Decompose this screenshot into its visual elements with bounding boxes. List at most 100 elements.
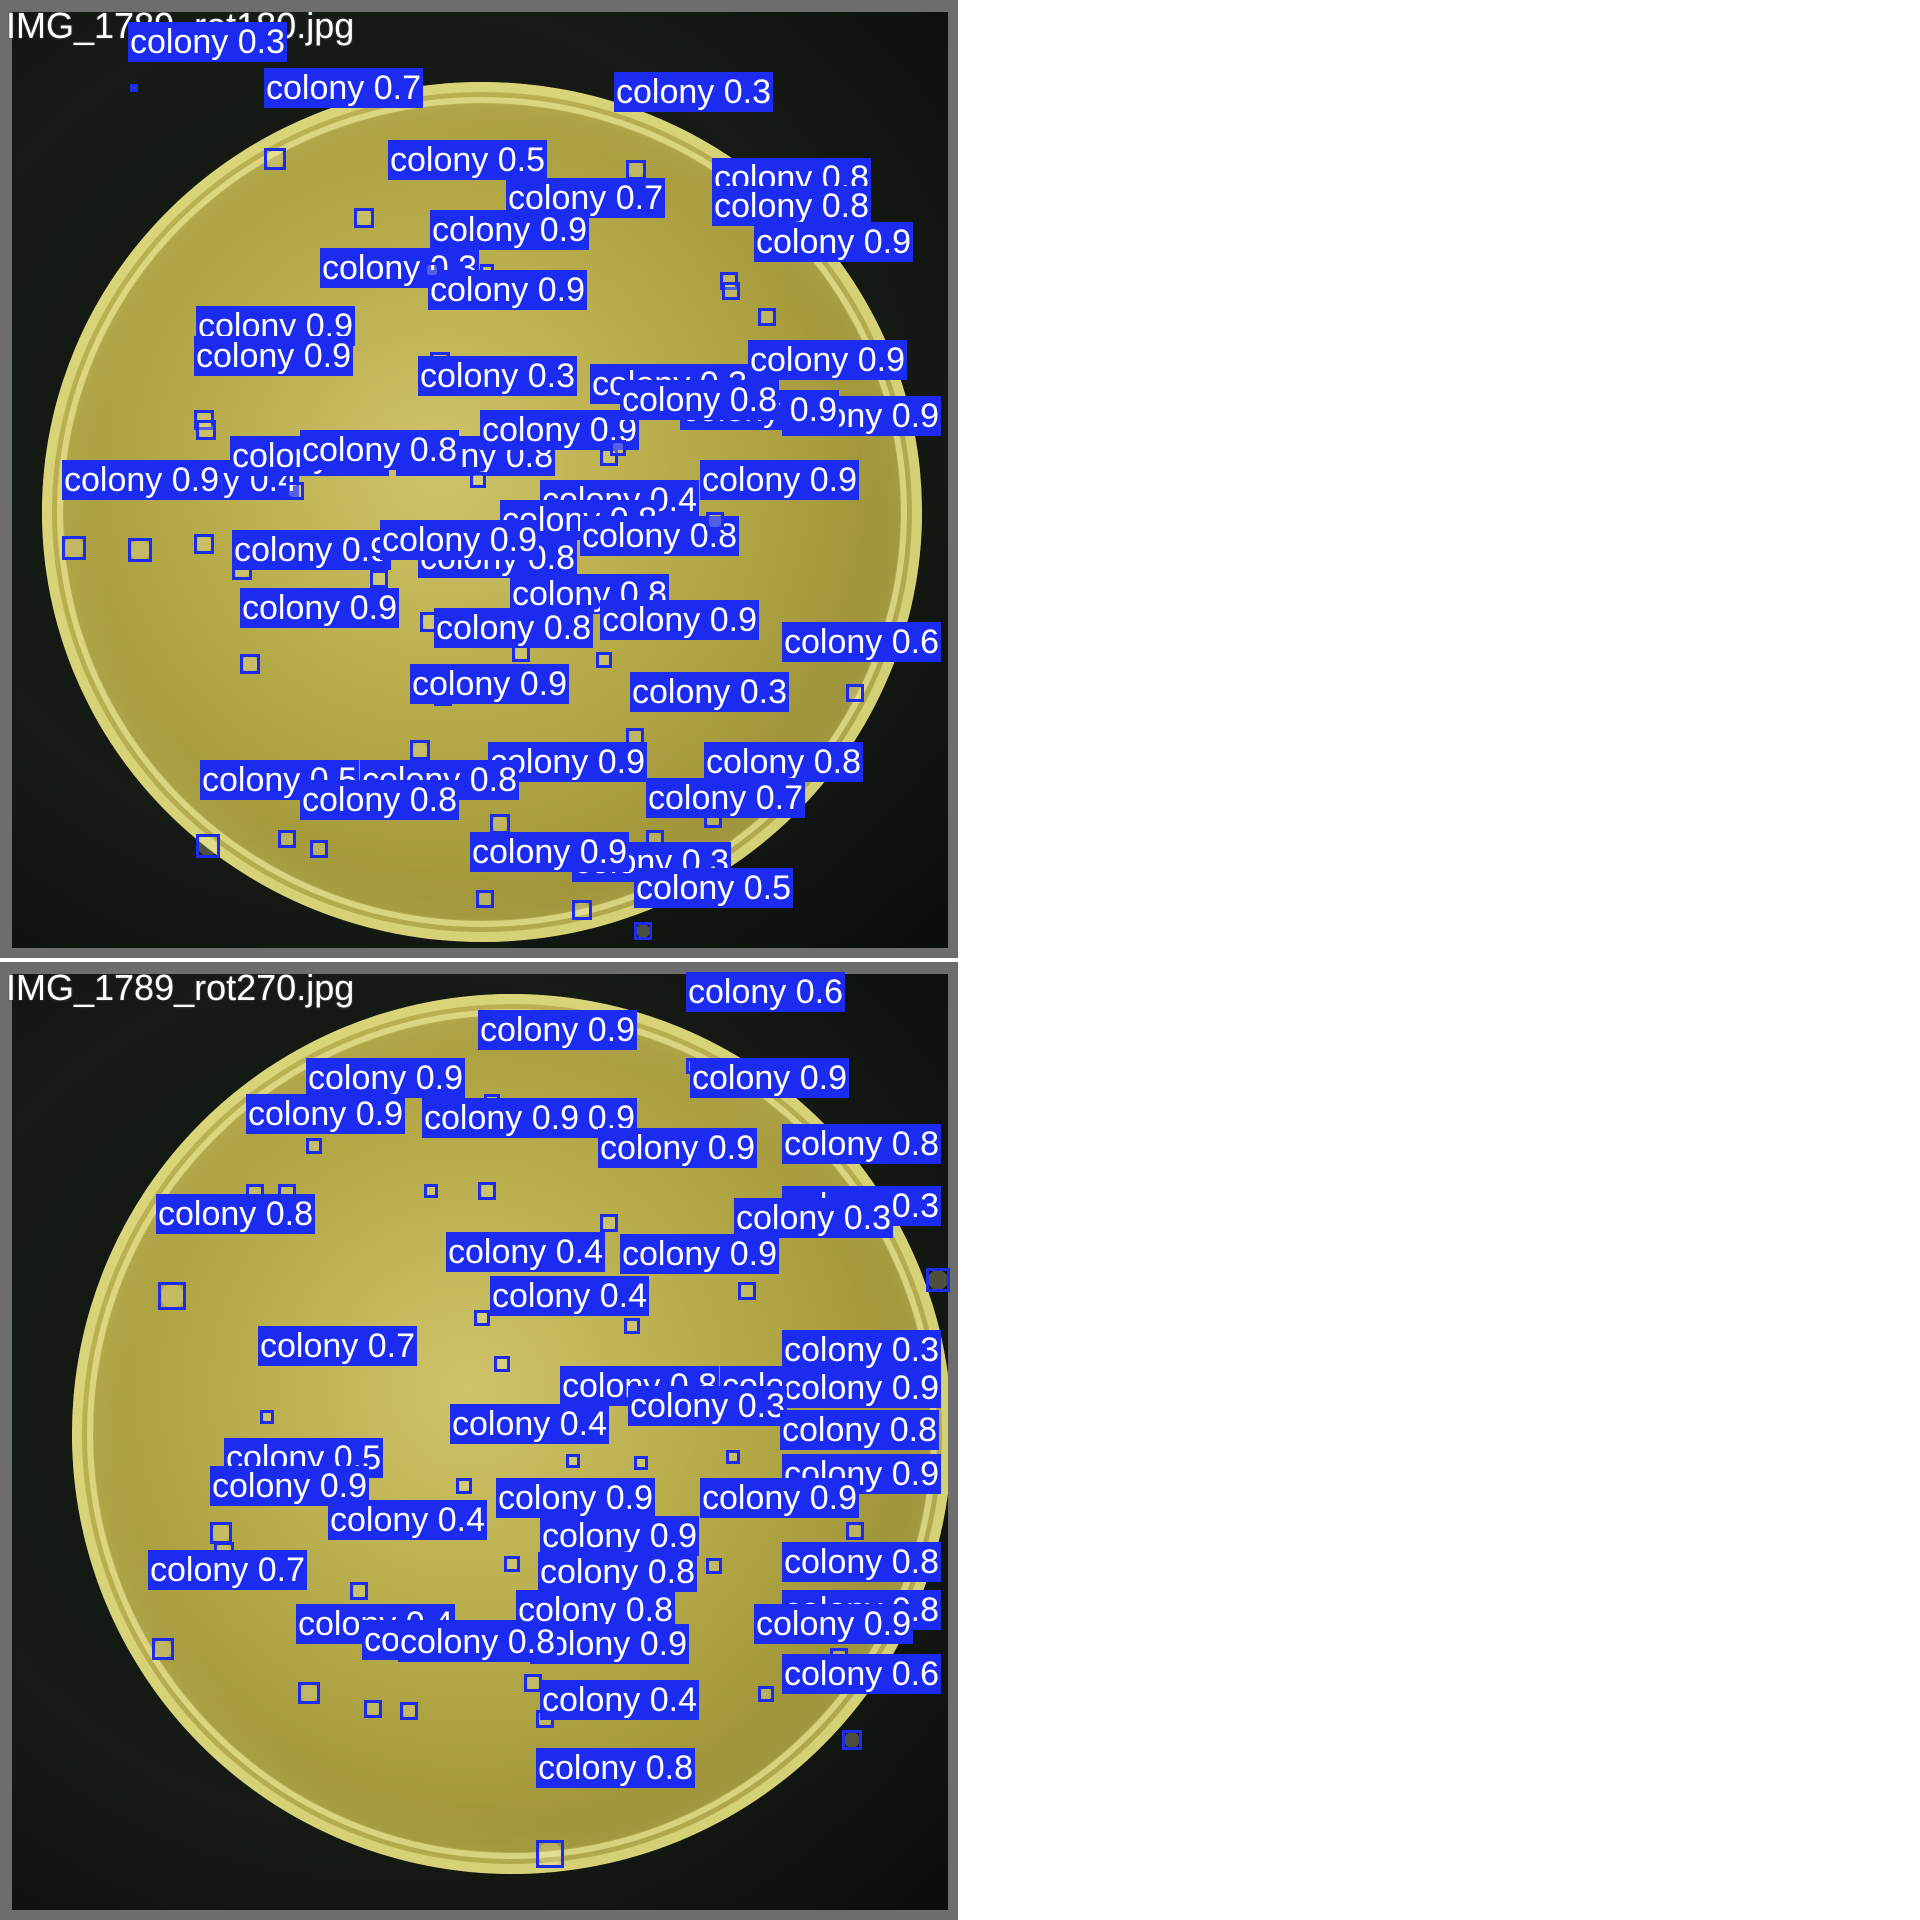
bounding-box [634, 922, 652, 940]
detection-label: colony 0.9 [754, 1604, 913, 1644]
detection-label: colony 0.3 [734, 1198, 893, 1238]
detection-label: colony 0.8 [620, 380, 779, 420]
detection-label: colony 0.9 [430, 210, 589, 250]
detection-label: colony 0.7 [258, 1326, 417, 1366]
detection-label: colony 0.4 [328, 1500, 487, 1540]
detection-label: colony 0.7 [148, 1550, 307, 1590]
detection-label: colony 0.9 [478, 1010, 637, 1050]
bounding-box [194, 534, 214, 554]
bounding-box [278, 830, 296, 848]
detection-label: colony 0.4 [490, 1276, 649, 1316]
detection-label: colony 0.9 [700, 460, 859, 500]
bounding-box [572, 900, 592, 920]
bounding-box [600, 1214, 618, 1232]
bounding-box [626, 160, 646, 180]
detection-label: colony 0.8 [782, 1124, 941, 1164]
bounding-box [596, 652, 612, 668]
detection-label: colony 0.4 [450, 1404, 609, 1444]
detection-panel-rot270: IMG_1789_rot270.jpg colony 0.6 colony 0.9… [0, 962, 958, 1920]
bounding-box [298, 1682, 320, 1704]
detection-label: colony 0.3 [630, 672, 789, 712]
detection-label: colony 0.9 [428, 270, 587, 310]
bounding-box [494, 1356, 510, 1372]
detection-label: colony 0.8 [398, 1622, 557, 1662]
detection-label: colony 0.7 [264, 68, 423, 108]
bounding-box [306, 1138, 322, 1154]
detection-label: colony 0.9 [496, 1478, 655, 1518]
bounding-box [210, 1522, 232, 1544]
bounding-box [758, 308, 776, 326]
bounding-box [478, 1182, 496, 1200]
bounding-box [476, 890, 494, 908]
detection-label: colony 0.6 [686, 972, 845, 1012]
bounding-box [610, 440, 626, 456]
detection-label: colony 0.9 [748, 340, 907, 380]
bounding-box [364, 1700, 382, 1718]
image-filename: IMG_1789_rot270.jpg [6, 967, 355, 1008]
bounding-box [196, 420, 216, 440]
detection-panel-rot180: IMG_1789_rot180.jpg colony 0.3colony 0.7… [0, 0, 958, 958]
bounding-box [504, 1556, 520, 1572]
detection-label: colony 0.9 [246, 1094, 405, 1134]
bounding-box [264, 148, 286, 170]
bounding-box [706, 1558, 722, 1574]
bounding-box [842, 1730, 862, 1750]
bounding-box [260, 1410, 274, 1424]
detection-label: colony 0.9 [598, 1128, 757, 1168]
detection-label: colony 0.3 [782, 1330, 941, 1370]
bounding-box [738, 1282, 756, 1300]
detection-label: colony 0.8 [780, 1410, 939, 1450]
detection-label: colony 0.9 [380, 520, 539, 560]
bounding-box [128, 538, 152, 562]
bounding-box [490, 814, 510, 834]
bounding-box [634, 1456, 648, 1470]
bounding-box [286, 482, 304, 500]
detection-label: colony 0.3 [614, 72, 773, 112]
detection-label: colony 0.8 [538, 1552, 697, 1592]
bounding-box [758, 1686, 774, 1702]
detection-label: colony 0.6 [782, 622, 941, 662]
bounding-box [130, 84, 138, 92]
detection-label: colony 0.9 [782, 1368, 941, 1408]
detection-label: colony 0.9 [306, 1058, 465, 1098]
detection-label: colony 0.8 [536, 1748, 695, 1788]
detection-label: colony 0.9 [600, 600, 759, 640]
detection-label: colony 0.5 [634, 868, 793, 908]
detection-label: colony 0.8 [300, 780, 459, 820]
bounding-box [470, 472, 486, 488]
bounding-box [424, 1184, 438, 1198]
detection-label: colony 0.8 [300, 430, 459, 470]
detection-label: colony 0.3 [418, 356, 577, 396]
bounding-box [354, 208, 374, 228]
detection-label: colony 0.7 [646, 778, 805, 818]
bounding-box [536, 1840, 564, 1868]
bounding-box [566, 1454, 580, 1468]
detection-label: colony 0.8 [704, 742, 863, 782]
bounding-box [240, 654, 260, 674]
detection-label: colony 0.6 [782, 1654, 941, 1694]
bounding-box [474, 1310, 490, 1326]
bounding-box [456, 1478, 472, 1494]
detection-label: colony 0.8 [712, 186, 871, 226]
detection-label: colony 0.9 [194, 336, 353, 376]
detection-label: colony 0.3 [128, 22, 287, 62]
detection-label: colony 0.9 [540, 1516, 699, 1556]
bounding-box [722, 282, 740, 300]
detection-label: colony 0.9 [690, 1058, 849, 1098]
bounding-box [424, 262, 440, 278]
detection-label: colony 0.9 [700, 1478, 859, 1518]
bounding-box [370, 570, 388, 588]
detection-label: colony 0.5 [388, 140, 547, 180]
bounding-box [310, 840, 328, 858]
bounding-box [846, 684, 864, 702]
detection-label: colony 0.9 [232, 530, 391, 570]
bounding-box [706, 512, 724, 530]
bounding-box [152, 1638, 174, 1660]
detection-label: colony 0.3 [628, 1386, 787, 1426]
detection-label: colony 0.9 [410, 664, 569, 704]
bounding-box [926, 1268, 950, 1292]
bounding-box [726, 1450, 740, 1464]
detection-label: colony 0.4 [540, 1680, 699, 1720]
bounding-box [410, 740, 430, 760]
detection-label: colony 0.9 [240, 588, 399, 628]
